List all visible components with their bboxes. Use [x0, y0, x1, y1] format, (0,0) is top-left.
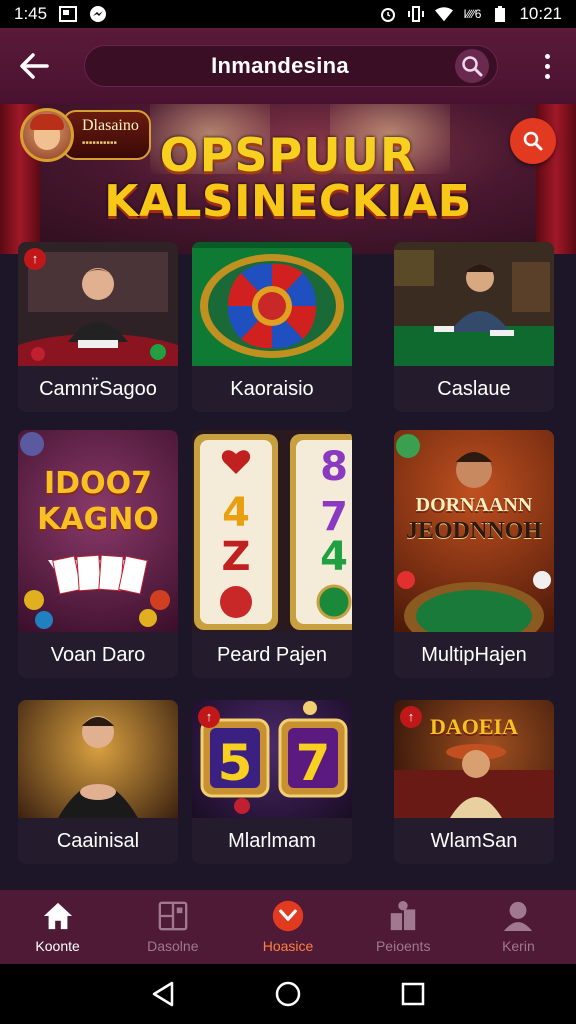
system-home-button[interactable] — [273, 979, 303, 1009]
bottom-navigation: Koonte Dasolne Hoasice Peioents Kerin — [0, 890, 576, 964]
back-button[interactable] — [14, 46, 54, 86]
hero-banner[interactable]: Dlasaino ■■■■■■■■■■ OPSPUUR KALSINECKIAБ — [0, 104, 576, 254]
nav-label: Dasolne — [147, 938, 199, 954]
nav-item-home[interactable]: Koonte — [0, 890, 115, 964]
status-time-right: 10:21 — [519, 4, 562, 23]
brand-avatar — [20, 108, 74, 162]
search-icon — [462, 56, 483, 77]
nav-item-dasolne[interactable]: Dasolne — [115, 890, 230, 964]
more-vert-icon — [544, 53, 550, 59]
alarm-icon — [379, 5, 397, 23]
games-grid: ↑ Camnr̈Sagoo Kaoraisio Caslaue IDOO7 KA… — [0, 242, 576, 890]
screenshot-icon — [59, 5, 78, 23]
nav-label: Koonte — [35, 938, 80, 954]
messenger-icon — [89, 5, 107, 23]
game-card[interactable]: 4 Z 8 7 4 Peard Pajen — [192, 430, 352, 678]
nav-label: Kerin — [502, 938, 535, 954]
cards-icon — [157, 900, 189, 932]
game-card[interactable]: DAOEIA ↑ WlamSan — [394, 700, 554, 864]
game-art-title: IDOO7 — [44, 466, 152, 501]
svg-text:8: 8 — [320, 444, 348, 490]
vibrate-icon — [407, 5, 425, 23]
game-card[interactable]: ↑ Camnr̈Sagoo — [18, 242, 178, 412]
system-navigation — [0, 964, 576, 1024]
nav-item-profile[interactable]: Kerin — [461, 890, 576, 964]
title-search-bar[interactable]: Inmandesina — [84, 45, 498, 87]
home-icon — [42, 900, 74, 932]
svg-text:7: 7 — [296, 734, 331, 792]
status-time-left: 1:45 — [14, 4, 48, 23]
svg-text:Z: Z — [221, 534, 250, 580]
game-title: Mlarlmam — [192, 818, 352, 864]
game-art-title: DORNAANN — [415, 494, 533, 516]
circle-home-icon — [275, 981, 301, 1007]
search-button[interactable] — [455, 49, 489, 83]
search-icon — [523, 131, 543, 151]
svg-text:4: 4 — [320, 534, 348, 580]
system-recents-button[interactable] — [398, 979, 428, 1009]
game-title: Peard Pajen — [192, 632, 352, 678]
game-title: Kaoraisio — [192, 366, 352, 412]
game-card[interactable]: Caslaue — [394, 242, 554, 412]
game-title: Camnr̈Sagoo — [18, 366, 178, 412]
hero-title-line2: KALSINECKIAБ — [104, 176, 472, 227]
game-art-subtitle: KAGNO — [37, 502, 159, 537]
status-bar: 1:45 I∕∕∕∕6 10:21 — [0, 0, 576, 28]
game-title: Caainisal — [18, 818, 178, 864]
profile-icon — [502, 900, 534, 932]
wifi-icon — [435, 5, 454, 23]
nav-item-hoasice[interactable]: Hoasice — [230, 890, 345, 964]
svg-text:5: 5 — [218, 734, 253, 792]
battery-icon — [491, 5, 509, 23]
chips-icon — [387, 900, 419, 932]
nav-item-peioents[interactable]: Peioents — [346, 890, 461, 964]
game-title: WlamSan — [394, 818, 554, 864]
game-card[interactable]: Caainisal — [18, 700, 178, 864]
game-card[interactable]: Kaoraisio — [192, 242, 352, 412]
game-title: Caslaue — [394, 366, 554, 412]
game-title: Voan Daro — [18, 632, 178, 678]
game-card[interactable]: 5 7 ↑ Mlarlmam — [192, 700, 352, 864]
nav-label: Peioents — [375, 938, 431, 954]
svg-text:4: 4 — [222, 490, 250, 536]
square-recents-icon — [402, 982, 425, 1006]
system-back-button[interactable] — [148, 979, 178, 1009]
triangle-back-icon — [152, 981, 173, 1007]
game-card[interactable]: IDOO7 KAGNO Voan Daro — [18, 430, 178, 678]
game-title: MultipHajen — [394, 632, 554, 678]
badge-icon: ↑ — [24, 248, 46, 270]
promo-icon — [272, 900, 304, 932]
page-title: Inmandesina — [211, 53, 349, 78]
arrow-left-icon — [20, 53, 49, 79]
app-bar: Inmandesina — [0, 28, 576, 104]
overflow-menu-button[interactable] — [532, 46, 562, 86]
hero-title-line1: OPSPUUR — [159, 128, 417, 182]
game-card[interactable]: DORNAANN JEODNNOH MultipHajen — [394, 430, 554, 678]
badge-icon: ↑ — [198, 706, 220, 728]
badge-icon: ↑ — [400, 706, 422, 728]
nav-label: Hoasice — [262, 938, 314, 954]
game-art-subtitle: JEODNNOH — [405, 518, 542, 544]
hero-search-button[interactable] — [510, 118, 556, 164]
network-speed: I∕∕∕∕6 — [463, 7, 482, 21]
